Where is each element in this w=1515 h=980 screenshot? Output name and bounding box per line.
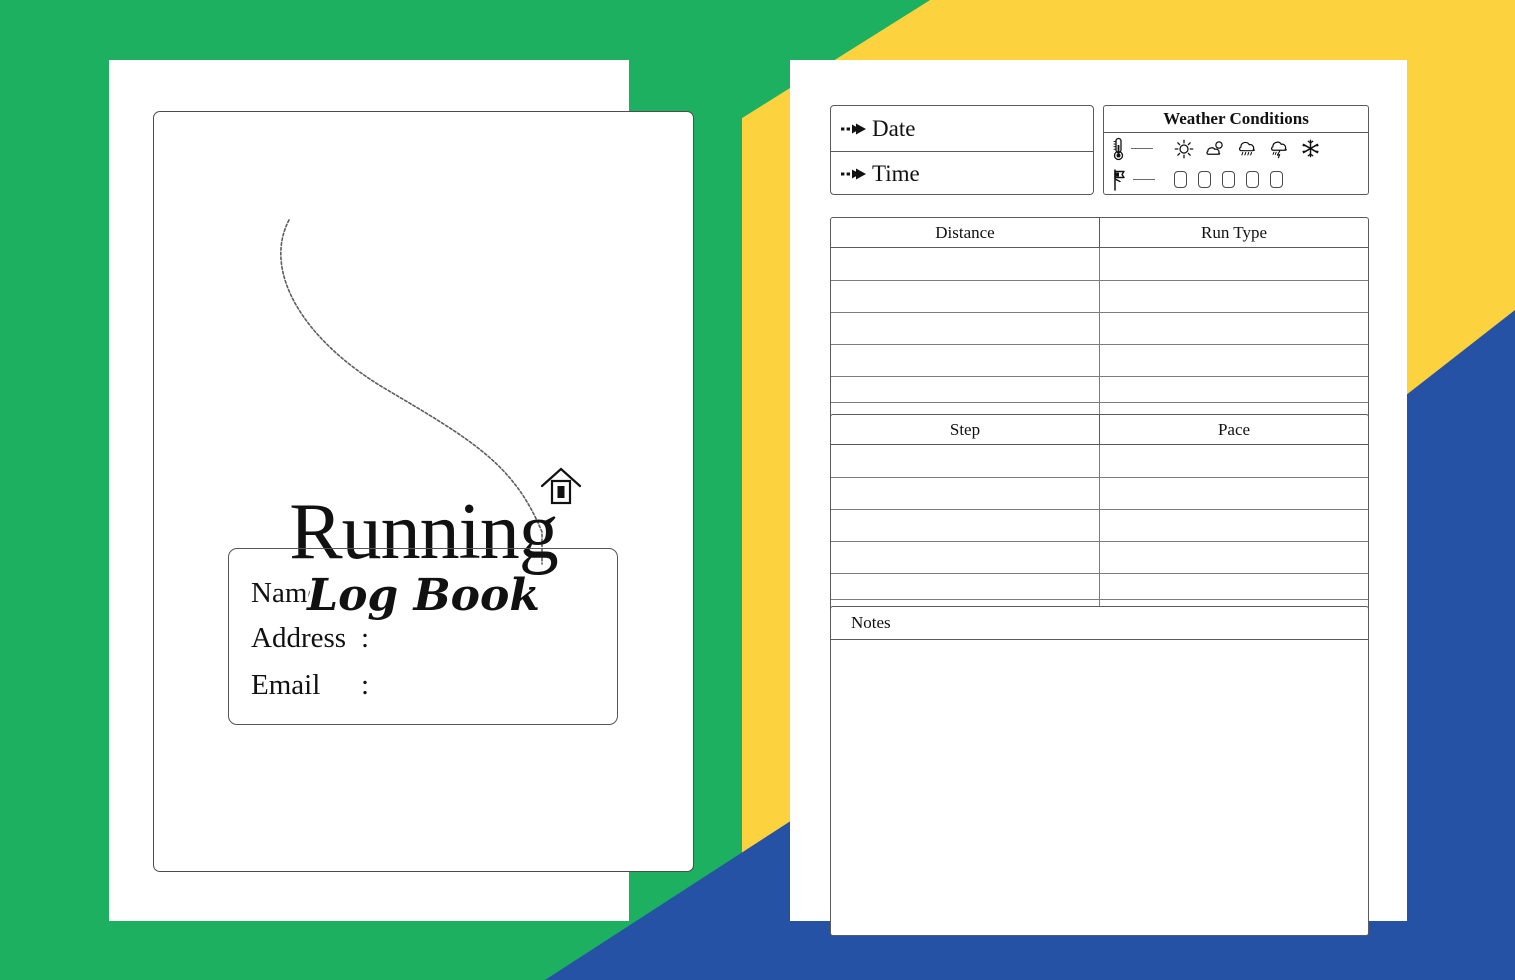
column-header-run-type: Run Type [1099, 218, 1368, 247]
step-pace-table: Step Pace [830, 414, 1369, 633]
table-row[interactable] [831, 541, 1368, 573]
weather-conditions-box: Weather Conditions [1103, 105, 1369, 195]
cover-inner-frame: Running Log Book [153, 111, 694, 872]
wind-checkbox[interactable] [1222, 171, 1235, 188]
table-cell[interactable] [831, 313, 1099, 344]
table-body [831, 445, 1368, 632]
thermometer-icon [1113, 137, 1124, 160]
table-cell[interactable] [1099, 445, 1368, 477]
weather-temperature-row [1104, 133, 1368, 164]
wind-checkbox[interactable] [1198, 171, 1211, 188]
wind-checkbox[interactable] [1174, 171, 1187, 188]
table-header-row: Distance Run Type [831, 218, 1368, 248]
table-row[interactable] [831, 376, 1368, 402]
date-label: Date [872, 115, 916, 141]
date-time-box: Date Time [830, 105, 1094, 195]
screenshot-canvas: Running Log Book Name : Address : Email … [0, 0, 1515, 980]
table-header-row: Step Pace [831, 415, 1368, 445]
table-cell[interactable] [1099, 377, 1368, 402]
column-header-step: Step [949, 419, 981, 439]
table-cell[interactable] [831, 281, 1099, 312]
wind-checkbox[interactable] [1246, 171, 1259, 188]
distance-run-type-table: Distance Run Type [830, 217, 1369, 436]
table-cell[interactable] [1099, 478, 1368, 509]
notes-title: Notes [831, 607, 1368, 640]
wind-checkbox[interactable] [1270, 171, 1283, 188]
weather-wind-row [1104, 164, 1368, 195]
address-colon: : [361, 622, 370, 654]
table-cell[interactable] [1099, 248, 1368, 280]
table-row[interactable] [831, 280, 1368, 312]
weather-title: Weather Conditions [1104, 106, 1368, 133]
email-colon: : [361, 669, 370, 701]
table-body [831, 248, 1368, 435]
table-cell[interactable] [831, 478, 1099, 509]
wind-meta [1104, 168, 1172, 192]
snowflake-icon[interactable] [1301, 139, 1320, 158]
table-row[interactable] [831, 477, 1368, 509]
address-label: Address [251, 622, 347, 654]
dashed-arrow-right-icon [841, 168, 866, 180]
time-label: Time [872, 161, 920, 186]
log-page: Date Time Weather Conditions Distance Ru… [790, 60, 1407, 936]
table-cell[interactable] [831, 377, 1099, 402]
table-row[interactable] [831, 312, 1368, 344]
table-cell[interactable] [831, 510, 1099, 541]
email-label: Email [251, 669, 321, 701]
table-cell[interactable] [831, 542, 1099, 573]
table-row[interactable] [831, 573, 1368, 599]
storm-cloud-icon[interactable] [1269, 138, 1290, 159]
rain-cloud-icon[interactable] [1237, 138, 1258, 159]
address-field-row[interactable]: Address : [251, 622, 369, 655]
time-row[interactable]: Time [831, 151, 1093, 196]
table-row[interactable] [831, 248, 1368, 280]
date-row[interactable]: Date [831, 106, 1093, 151]
table-cell[interactable] [831, 345, 1099, 376]
windsock-flag-icon [1114, 168, 1125, 191]
dashed-arrow-right-icon [841, 123, 866, 134]
wind-dash [1133, 179, 1155, 180]
table-cell[interactable] [1099, 542, 1368, 573]
table-cell[interactable] [1099, 510, 1368, 541]
column-header-distance: Distance [935, 222, 995, 242]
partly-cloudy-icon[interactable] [1205, 139, 1226, 159]
table-row[interactable] [831, 344, 1368, 376]
sun-icon[interactable] [1174, 139, 1194, 159]
notes-box: Notes [830, 606, 1369, 936]
table-cell[interactable] [831, 248, 1099, 280]
notes-writing-area[interactable] [831, 640, 1368, 935]
table-row[interactable] [831, 509, 1368, 541]
table-row[interactable] [831, 445, 1368, 477]
weather-icon-options [1172, 138, 1368, 159]
cover-page: Running Log Book Name : Address : Email … [109, 60, 694, 921]
cover-subtitle: Log Book [307, 570, 540, 621]
table-cell[interactable] [1099, 281, 1368, 312]
temperature-dash [1131, 148, 1153, 149]
table-cell[interactable] [1099, 345, 1368, 376]
email-field-row[interactable]: Email : [251, 669, 369, 702]
table-cell[interactable] [1099, 574, 1368, 599]
temperature-meta [1104, 137, 1172, 161]
column-header-pace: Pace [1099, 415, 1368, 444]
table-cell[interactable] [831, 574, 1099, 599]
table-cell[interactable] [831, 445, 1099, 477]
table-cell[interactable] [1099, 313, 1368, 344]
wind-checkbox-group [1172, 171, 1368, 188]
